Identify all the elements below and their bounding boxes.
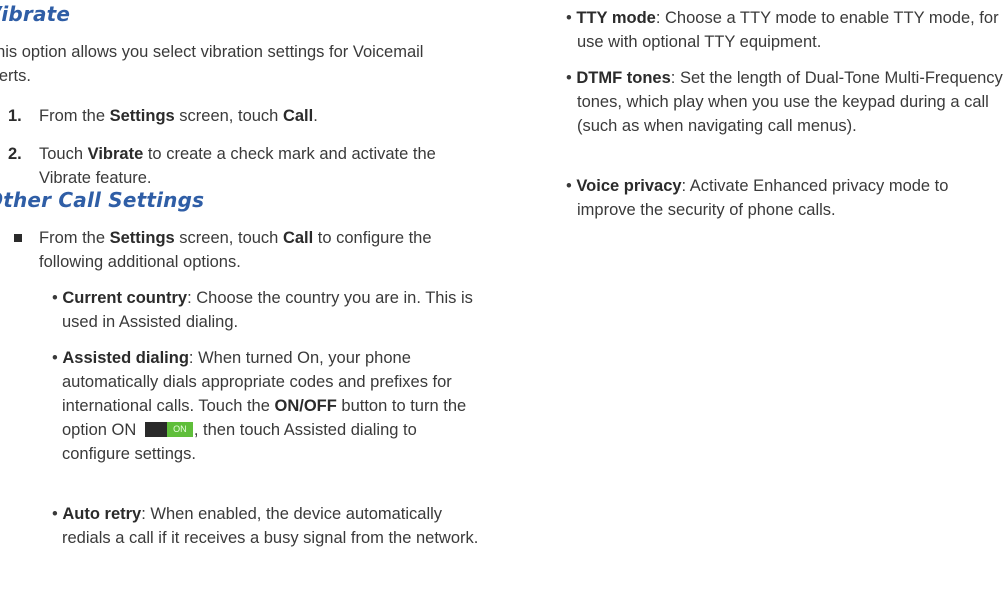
- step-text: Touch Vibrate to create a check mark and…: [39, 145, 436, 187]
- bullet-auto-retry: • Auto retry: When enabled, the device a…: [52, 505, 479, 547]
- bullet-dtmf-tones: • DTMF tones: Set the length of Dual-Ton…: [566, 69, 1003, 135]
- lead-text: From the Settings screen, touch Call to …: [39, 229, 432, 271]
- bullet-tty-mode: • TTY mode: Choose a TTY mode to enable …: [566, 9, 999, 51]
- bullet-current-country: • Current country: Choose the country yo…: [52, 289, 473, 331]
- bullet-assisted-dialing: • Assisted dialing: When turned On, your…: [52, 349, 467, 463]
- heading-vibrate: Vibrate: [0, 2, 71, 26]
- vibrate-intro: This option allows you select vibration …: [0, 43, 424, 85]
- step-number: 1.: [8, 107, 22, 125]
- square-bullet-icon: [14, 234, 22, 242]
- step-number: 2.: [8, 145, 22, 163]
- on-toggle-icon: ON: [144, 422, 193, 437]
- bullet-voice-privacy: • Voice privacy: Activate Enhanced priva…: [566, 177, 949, 219]
- step-text: From the Settings screen, touch Call.: [39, 107, 318, 125]
- heading-other-call-settings: Other Call Settings: [0, 188, 205, 212]
